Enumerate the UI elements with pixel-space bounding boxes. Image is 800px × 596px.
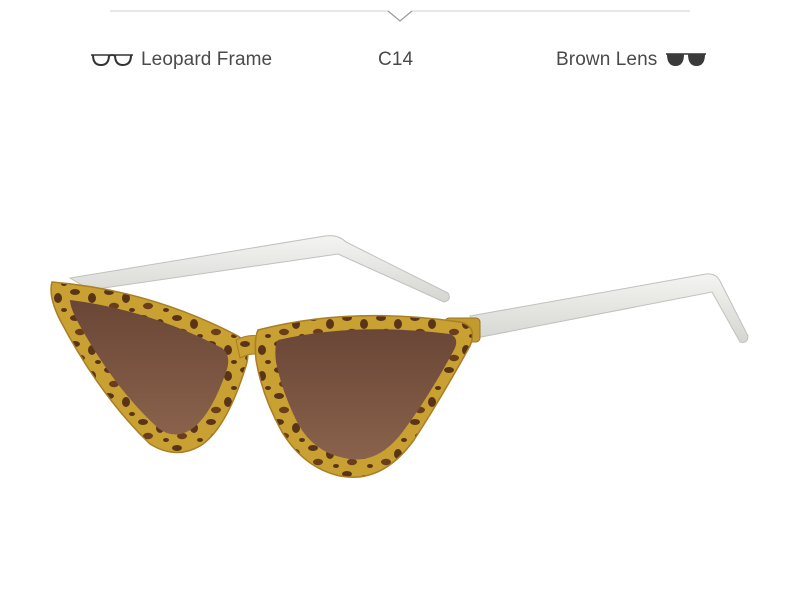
top-divider [110,9,690,23]
frame-label: Leopard Frame [141,49,273,70]
glasses-outline-icon [90,52,134,68]
color-code-label: C14 [378,49,414,70]
lens-label: Brown Lens [556,49,658,70]
temple-front [469,273,749,343]
sunglasses-product-image [0,200,800,500]
spec-bar: Leopard Frame C14 Brown Lens [0,38,800,82]
dark-lenses-icon [665,52,707,68]
color-code: C14 [378,38,413,82]
temple-back [68,235,450,303]
frame-spec: Leopard Frame [90,38,272,82]
lens-spec: Brown Lens [556,38,707,82]
